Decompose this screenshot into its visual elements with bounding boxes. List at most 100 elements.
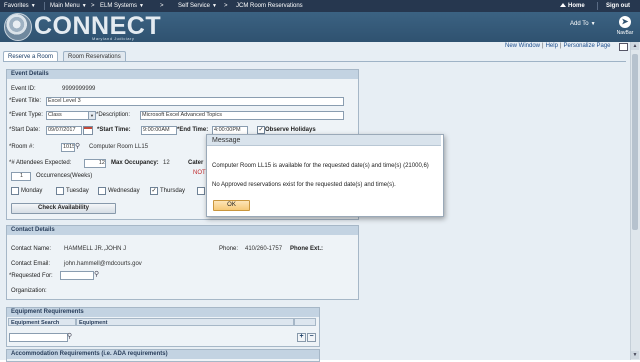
event-title-field[interactable]: Excel Level 3 bbox=[46, 97, 344, 106]
attendees-label: *# Attendees Expected: bbox=[9, 160, 72, 166]
section-header: Accommodation Requirements (i.e. ADA req… bbox=[7, 350, 319, 359]
favorites-label: Favorites bbox=[4, 3, 29, 9]
room-label: *Room #: bbox=[9, 144, 35, 150]
contact-details-section: Contact Details bbox=[6, 225, 359, 300]
friday-checkbox[interactable] bbox=[197, 187, 205, 195]
search-icon[interactable]: ⚲ bbox=[94, 270, 99, 278]
self-service-label: Self Service bbox=[178, 3, 211, 9]
navbar-button[interactable]: ➤ NavBar bbox=[612, 14, 638, 42]
phone-label: Phone: bbox=[219, 246, 239, 252]
add-row-button[interactable]: + bbox=[297, 333, 306, 342]
new-window-link[interactable]: New Window bbox=[505, 43, 540, 49]
thursday-checkbox[interactable]: ✓ bbox=[150, 187, 158, 195]
page-layout-icon[interactable] bbox=[619, 43, 628, 51]
occurrences-field[interactable]: 1 bbox=[11, 172, 31, 181]
utility-links: New Window | Help | Personalize Page bbox=[505, 43, 611, 49]
divider bbox=[597, 2, 598, 10]
elm-systems-label: ELM Systems bbox=[100, 3, 138, 9]
chevron-down-icon: ▼ bbox=[139, 3, 144, 9]
ok-button[interactable]: OK bbox=[213, 200, 250, 211]
section-header: Event Details bbox=[7, 70, 358, 79]
monday-checkbox[interactable] bbox=[11, 187, 19, 195]
start-time-label: *Start Time: bbox=[97, 127, 131, 133]
top-navigation-bar: Favorites ▼ Main Menu ▼ > ELM Systems ▼ > S… bbox=[0, 0, 640, 12]
scroll-down-icon[interactable]: ▼ bbox=[631, 351, 639, 359]
compass-icon: ➤ bbox=[619, 16, 631, 28]
chevron-down-icon: ▼ bbox=[88, 112, 95, 119]
logo-subtitle: Maryland Judiciary bbox=[92, 36, 135, 41]
divider bbox=[44, 2, 45, 10]
catering-label-partial: Cater bbox=[188, 160, 204, 166]
start-date-label: *Start Date: bbox=[9, 127, 41, 133]
accommodation-section: Accommodation Requirements (i.e. ADA req… bbox=[6, 349, 320, 362]
tab-divider bbox=[3, 61, 626, 62]
divider: | bbox=[559, 43, 562, 49]
main-menu-label: Main Menu bbox=[50, 3, 80, 9]
check-availability-button[interactable]: Check Availability bbox=[11, 203, 116, 214]
phone-value: 410/260-1757 bbox=[245, 246, 283, 252]
event-id-label: Event ID: bbox=[11, 86, 36, 92]
navbar-label: NavBar bbox=[616, 30, 634, 36]
wednesday-checkbox[interactable] bbox=[98, 187, 106, 195]
breadcrumb-self-service[interactable]: Self Service ▼ bbox=[178, 0, 217, 12]
max-occupancy-label: Max Occupancy: bbox=[111, 160, 159, 166]
breadcrumb-elm-systems[interactable]: ELM Systems ▼ bbox=[100, 0, 144, 12]
start-time-field[interactable]: 9:00:00AM bbox=[141, 126, 177, 135]
event-type-select[interactable]: Class ▼ bbox=[46, 111, 96, 120]
status-text-partial: NOT bbox=[193, 170, 206, 176]
room-name: Computer Room LL15 bbox=[89, 144, 149, 150]
column-header-equipment-search: Equipment Search bbox=[8, 318, 76, 326]
dialog-message-availability: Computer Room LL15 is available for the … bbox=[212, 163, 429, 169]
wednesday-label: Wednesday bbox=[108, 188, 140, 194]
section-header: Equipment Requirements bbox=[7, 308, 319, 317]
section-header: Contact Details bbox=[7, 226, 358, 235]
observe-holidays-checkbox[interactable]: ✓ bbox=[257, 126, 265, 134]
search-icon[interactable]: ⚲ bbox=[67, 332, 72, 340]
room-number-field[interactable]: 1015 bbox=[61, 143, 75, 152]
requested-for-label: *Requested For: bbox=[9, 273, 53, 279]
description-field[interactable]: Microsoft Excel Advanced Topics bbox=[140, 111, 344, 120]
contact-name-label: Contact Name: bbox=[11, 246, 52, 252]
help-link[interactable]: Help bbox=[546, 43, 558, 49]
home-label: Home bbox=[568, 3, 585, 9]
breadcrumb-separator: > bbox=[91, 3, 95, 9]
organization-label: Organization: bbox=[11, 288, 47, 294]
personalize-page-link[interactable]: Personalize Page bbox=[563, 43, 610, 49]
attendees-field[interactable]: 12 bbox=[84, 159, 106, 168]
contact-name-value: HAMMELL JR.,JOHN J bbox=[64, 246, 127, 252]
monday-label: Monday bbox=[21, 188, 43, 194]
delete-row-button[interactable]: − bbox=[307, 333, 316, 342]
breadcrumb-current: JCM Room Reservations bbox=[236, 3, 303, 9]
scroll-up-icon[interactable]: ▲ bbox=[631, 42, 639, 50]
contact-email-value: john.hammell@mdcourts.gov bbox=[64, 261, 142, 267]
tuesday-checkbox[interactable] bbox=[56, 187, 64, 195]
end-time-label: *End Time: bbox=[177, 127, 209, 133]
phone-ext-label: Phone Ext.: bbox=[290, 246, 324, 252]
requested-for-field[interactable] bbox=[60, 271, 94, 280]
search-icon[interactable]: ⚲ bbox=[75, 142, 80, 150]
breadcrumb-separator: > bbox=[160, 3, 164, 9]
description-label: *Description: bbox=[96, 112, 131, 118]
breadcrumb-separator: > bbox=[224, 3, 228, 9]
dialog-message-reservations: No Approved reservations exist for the r… bbox=[212, 182, 396, 188]
calendar-icon[interactable] bbox=[83, 126, 93, 135]
home-icon bbox=[560, 3, 566, 8]
dialog-title[interactable]: Message bbox=[207, 135, 441, 146]
equipment-search-field[interactable] bbox=[9, 333, 68, 342]
column-header-actions bbox=[294, 318, 316, 326]
thursday-label: Thursday bbox=[160, 188, 186, 194]
start-date-field[interactable]: 09/07/2017 bbox=[46, 126, 82, 135]
event-type-label: *Event Type: bbox=[9, 112, 43, 118]
home-link[interactable]: Home bbox=[560, 0, 585, 12]
tuesday-label: Tuesday bbox=[66, 188, 89, 194]
main-menu[interactable]: Main Menu ▼ bbox=[50, 0, 87, 12]
add-to-label: Add To bbox=[570, 21, 589, 27]
favorites-menu[interactable]: Favorites ▼ bbox=[4, 0, 36, 12]
chevron-down-icon: ▼ bbox=[590, 21, 596, 27]
sign-out-link[interactable]: Sign out bbox=[606, 0, 630, 12]
scrollbar-thumb[interactable] bbox=[632, 54, 638, 230]
add-to-menu[interactable]: Add To ▼ bbox=[570, 21, 596, 27]
maryland-judiciary-seal-icon bbox=[4, 13, 32, 41]
max-occupancy-value: 12 bbox=[163, 160, 170, 166]
occurrences-label: Occurrences(Weeks) bbox=[36, 173, 93, 179]
